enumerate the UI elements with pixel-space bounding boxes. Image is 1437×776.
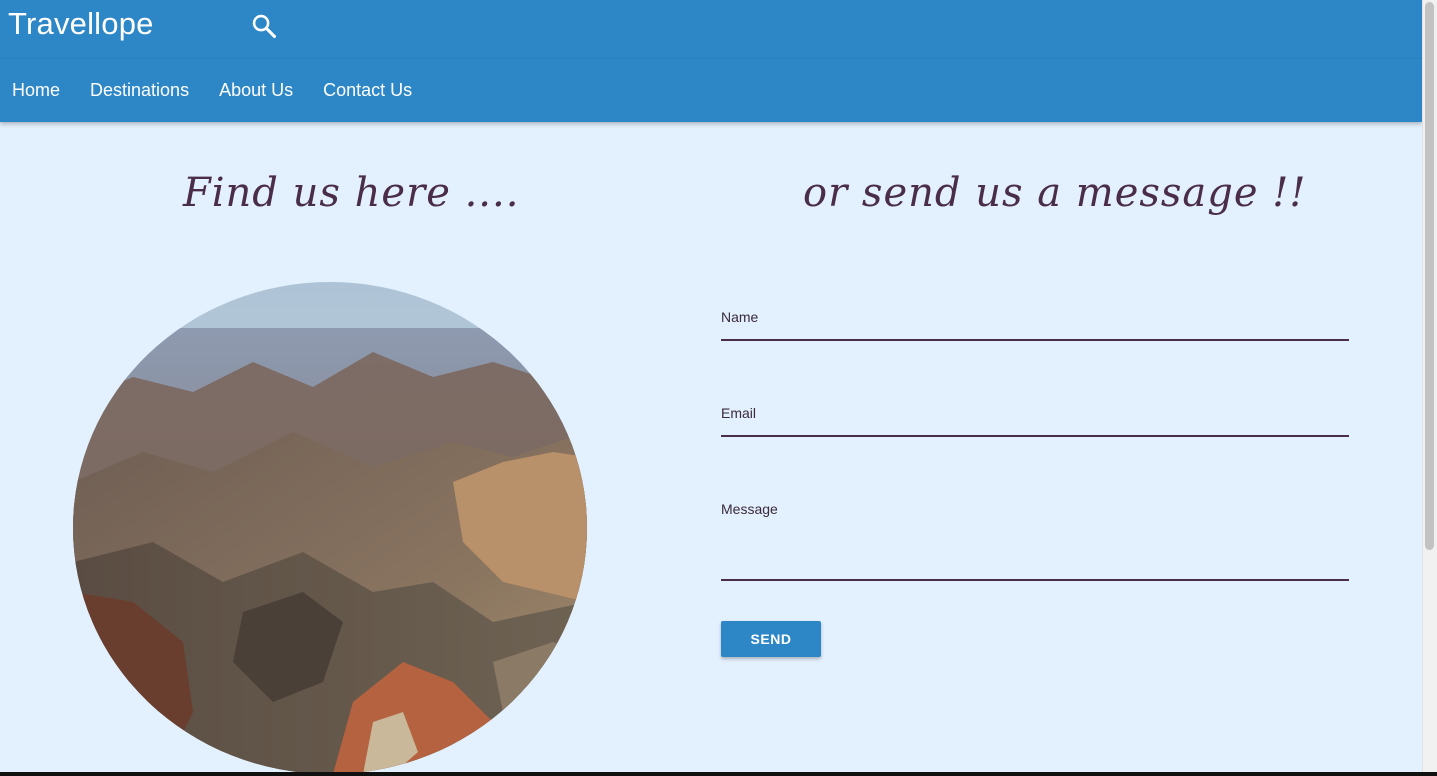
send-button[interactable]: SEND	[721, 621, 821, 657]
name-label: Name	[721, 309, 759, 325]
nav-item-about-us[interactable]: About Us	[207, 80, 308, 101]
send-message-heading: or send us a message !!	[803, 170, 1307, 216]
nav-item-contact-us[interactable]: Contact Us	[311, 80, 427, 101]
main-nav: Home Destinations About Us Contact Us	[0, 58, 430, 122]
app-bar: Travellope Home Destinations About Us Co…	[0, 0, 1422, 122]
canyon-photo	[73, 282, 587, 774]
name-field[interactable]	[721, 339, 1349, 341]
search-icon[interactable]	[250, 12, 278, 40]
email-label: Email	[721, 405, 757, 421]
nav-item-destinations[interactable]: Destinations	[78, 80, 204, 101]
message-field[interactable]	[721, 579, 1349, 581]
message-label: Message	[721, 501, 778, 517]
nav-item-home[interactable]: Home	[0, 80, 75, 101]
find-us-heading: Find us here ....	[183, 170, 520, 216]
scrollbar-thumb[interactable]	[1425, 2, 1434, 550]
email-field[interactable]	[721, 435, 1349, 437]
window-bottom-edge	[0, 772, 1437, 776]
brand-title[interactable]: Travellope	[8, 6, 154, 42]
app-bar-top: Travellope	[0, 0, 1422, 59]
